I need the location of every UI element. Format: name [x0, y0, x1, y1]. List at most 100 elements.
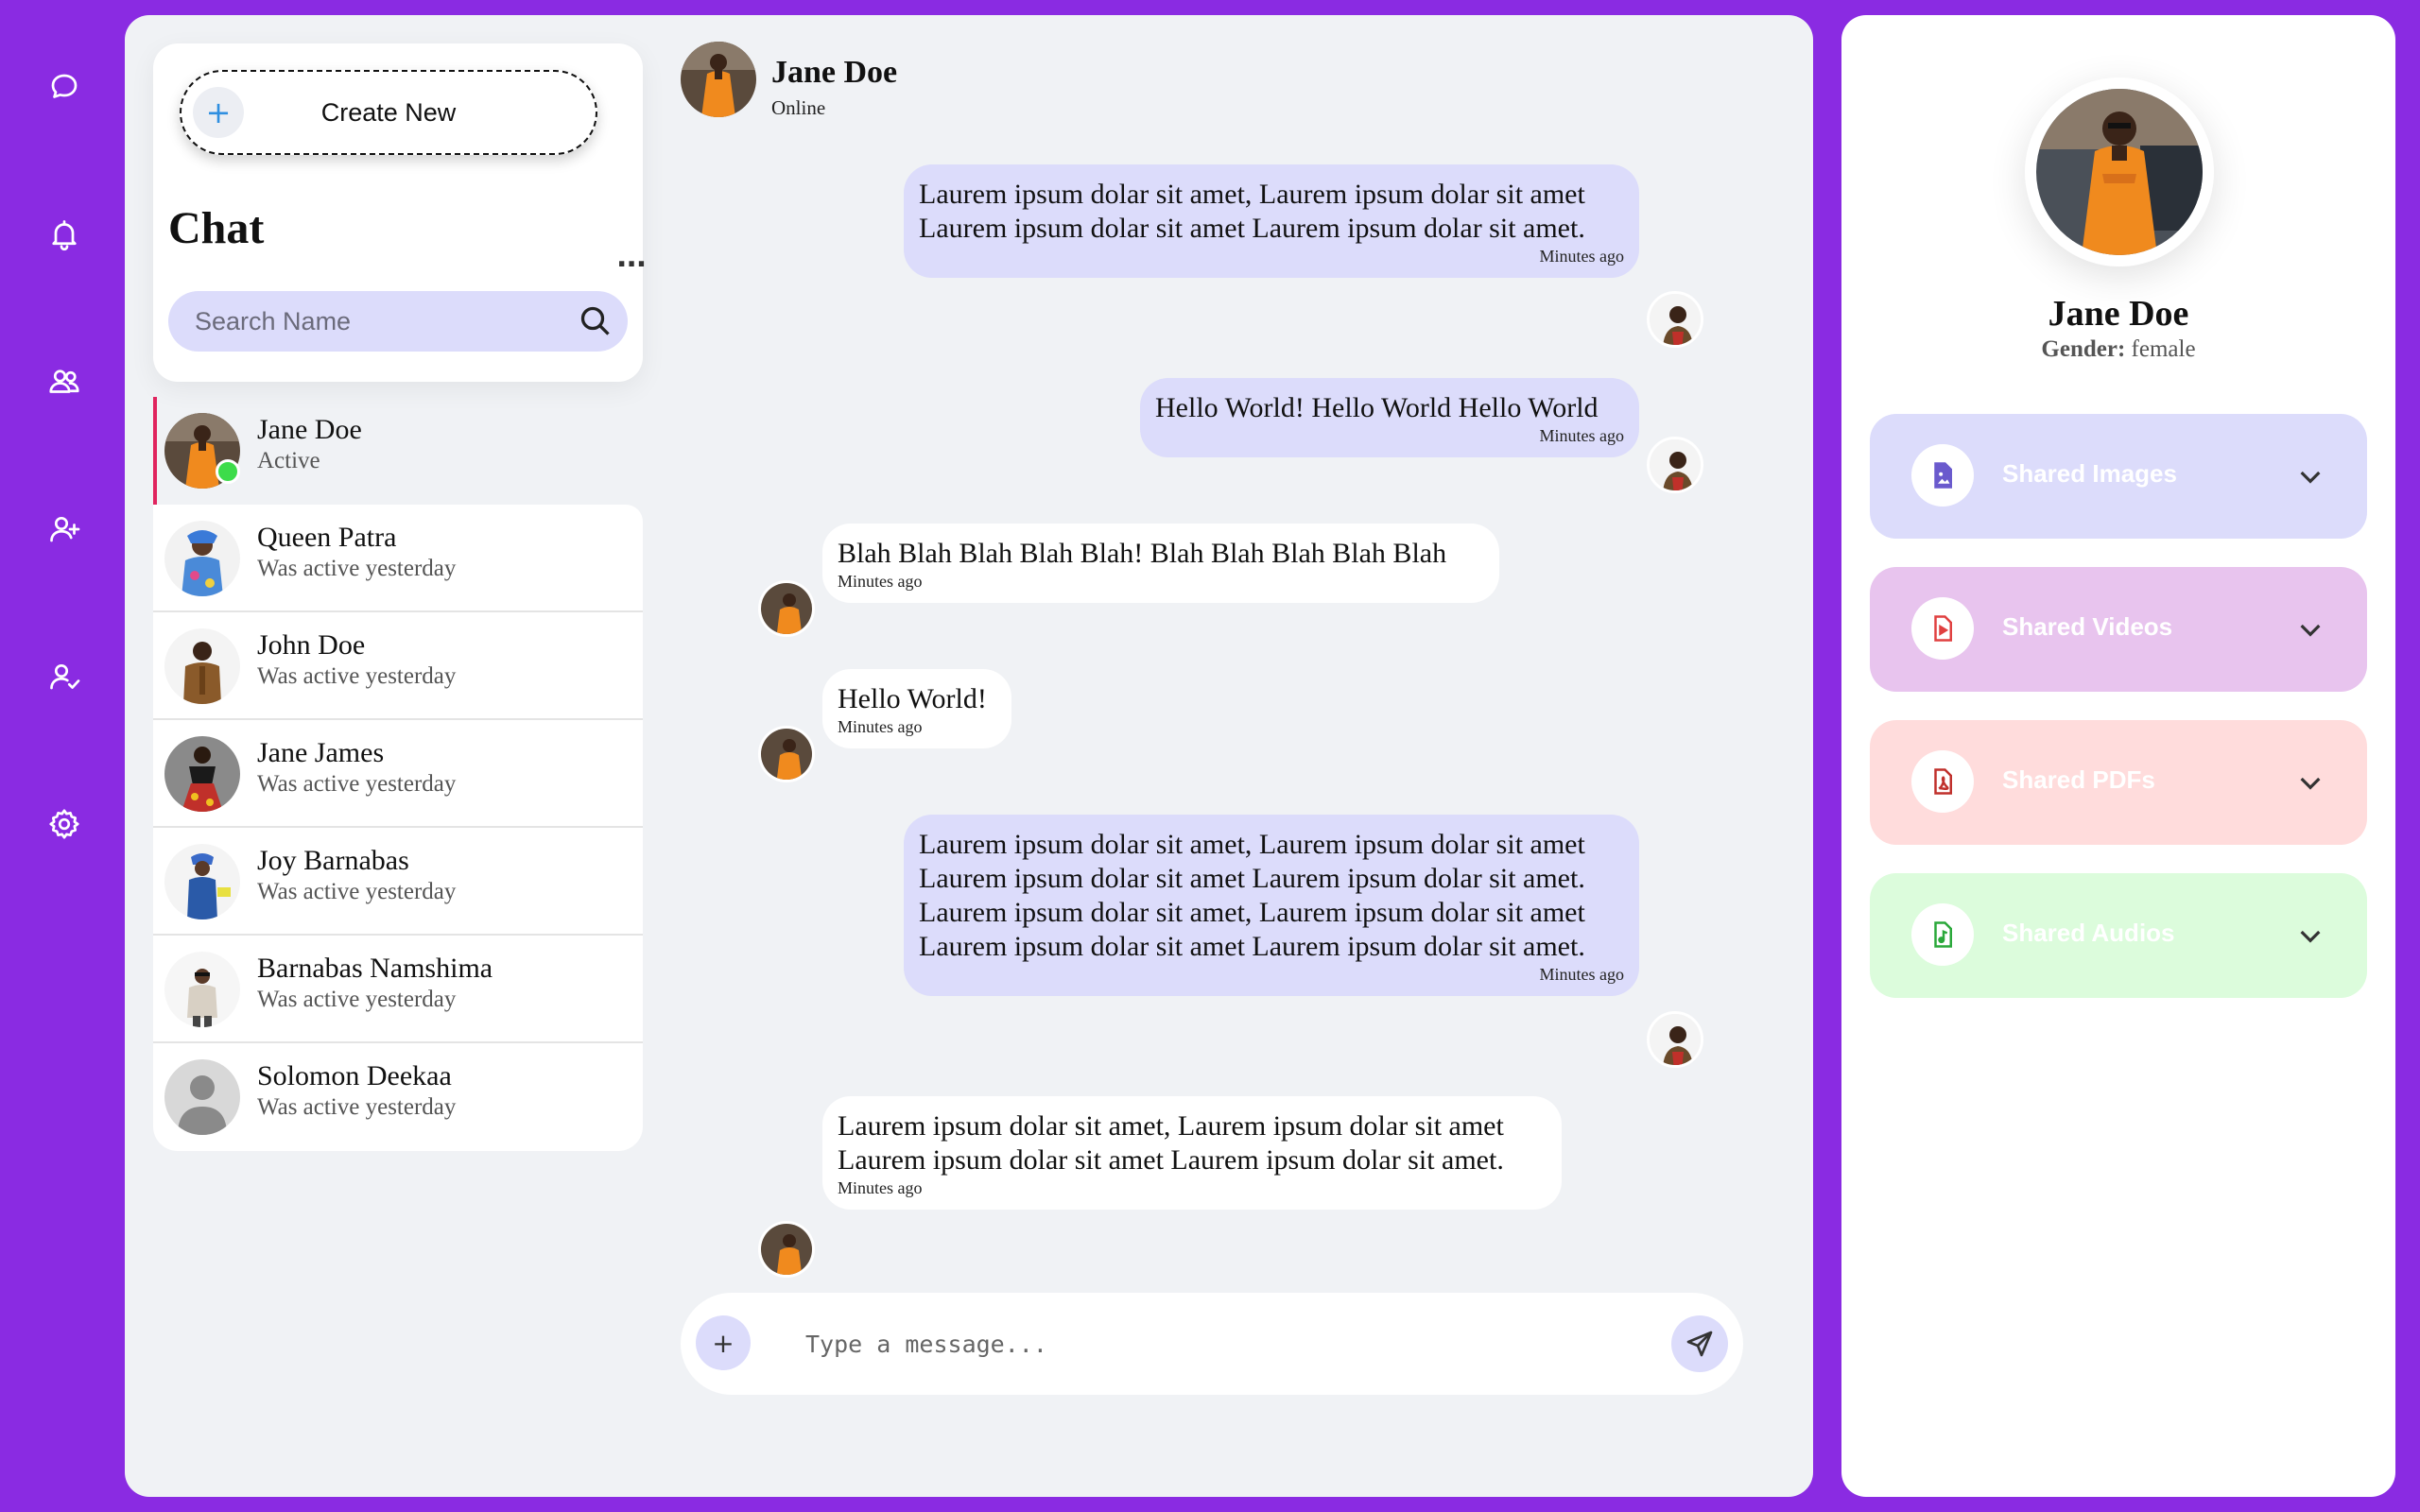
message-composer: + — [681, 1293, 1743, 1395]
shared-images-section[interactable]: Shared Images — [1870, 414, 2367, 539]
message-time: Minutes ago — [838, 1178, 923, 1197]
contact-status: Was active yesterday — [257, 771, 457, 797]
contact-status: Active — [257, 448, 320, 473]
contact-status: Was active yesterday — [257, 663, 457, 689]
message-text: Laurem ipsum dolar sit amet, Laurem ipsu… — [838, 1110, 1504, 1176]
avatar — [164, 521, 240, 596]
contact-status: Was active yesterday — [257, 1094, 457, 1120]
shared-audios-section[interactable]: Shared Audios — [1870, 873, 2367, 998]
contact-item[interactable]: Jane James Was active yesterday — [153, 720, 643, 828]
chat-list-header: + Create New Chat ... — [153, 43, 647, 382]
create-new-button[interactable]: + Create New — [180, 70, 597, 155]
avatar — [164, 844, 240, 919]
profile-gender: Gender: female — [1841, 336, 2395, 363]
shared-images-label: Shared Images — [2002, 459, 2177, 488]
pdf-file-icon — [1911, 750, 1974, 813]
avatar — [164, 736, 240, 812]
avatar — [1647, 437, 1703, 493]
message-text: Blah Blah Blah Blah Blah! Blah Blah Blah… — [838, 538, 1447, 569]
avatar — [1647, 1011, 1703, 1068]
chat-panel: + Create New Chat ... Jane Doe Active Qu… — [125, 15, 1813, 1497]
chat-bubble-icon[interactable] — [40, 62, 89, 112]
chevron-down-icon — [2295, 767, 2325, 798]
send-button[interactable] — [1671, 1315, 1728, 1372]
bell-icon[interactable] — [40, 210, 89, 259]
avatar — [758, 580, 815, 637]
message-time: Minutes ago — [838, 717, 923, 736]
contact-status: Was active yesterday — [257, 987, 457, 1012]
contact-status: Was active yesterday — [257, 879, 457, 904]
profile-panel: Jane Doe Gender: female Shared Images Sh… — [1841, 15, 2395, 1497]
contact-list: Queen Patra Was active yesterday John Do… — [153, 505, 643, 1151]
image-file-icon — [1911, 444, 1974, 507]
message-time: Minutes ago — [1539, 247, 1625, 266]
shared-pdfs-section[interactable]: Shared PDFs — [1870, 720, 2367, 845]
page-title: Chat — [168, 203, 265, 253]
message-bubble-received: Hello World! Minutes ago — [822, 669, 1011, 748]
contact-item[interactable]: Queen Patra Was active yesterday — [153, 505, 643, 612]
chevron-down-icon — [2295, 461, 2325, 491]
shared-videos-section[interactable]: Shared Videos — [1870, 567, 2367, 692]
message-time: Minutes ago — [1539, 426, 1625, 445]
nav-rail — [0, 0, 125, 1512]
contact-status: Was active yesterday — [257, 556, 457, 581]
chat-header: Jane Doe Online — [681, 42, 1248, 119]
avatar — [758, 1221, 815, 1278]
profile-avatar — [2025, 77, 2214, 266]
contact-item-active[interactable]: Jane Doe Active — [153, 397, 643, 505]
contact-name: Joy Barnabas — [257, 845, 409, 876]
chevron-down-icon — [2295, 920, 2325, 951]
user-check-icon[interactable] — [40, 652, 89, 701]
chat-contact-name: Jane Doe — [771, 55, 898, 90]
shared-videos-label: Shared Videos — [2002, 612, 2173, 641]
user-plus-icon[interactable] — [40, 505, 89, 554]
audio-file-icon — [1911, 903, 1974, 966]
search-icon[interactable] — [579, 304, 613, 338]
create-new-label: Create New — [320, 97, 457, 127]
contact-name: Barnabas Namshima — [257, 953, 493, 984]
contact-item[interactable]: Joy Barnabas Was active yesterday — [153, 828, 643, 936]
video-file-icon — [1911, 597, 1974, 660]
message-text: Laurem ipsum dolar sit amet, Laurem ipsu… — [919, 179, 1585, 244]
shared-audios-label: Shared Audios — [2002, 919, 2175, 947]
avatar — [1647, 291, 1703, 348]
avatar — [164, 1059, 240, 1135]
more-options-icon[interactable]: ... — [616, 244, 647, 272]
contact-name: Solomon Deekaa — [257, 1060, 452, 1091]
message-bubble-sent: Laurem ipsum dolar sit amet, Laurem ipsu… — [904, 815, 1639, 996]
send-icon — [1686, 1331, 1713, 1357]
gear-icon[interactable] — [40, 799, 89, 849]
message-bubble-received: Laurem ipsum dolar sit amet, Laurem ipsu… — [822, 1096, 1562, 1210]
online-indicator — [216, 459, 240, 484]
contact-item[interactable]: Barnabas Namshima Was active yesterday — [153, 936, 643, 1043]
search-bar — [168, 291, 628, 352]
contact-name: John Doe — [257, 629, 366, 661]
avatar[interactable] — [681, 42, 756, 117]
message-bubble-sent: Laurem ipsum dolar sit amet, Laurem ipsu… — [904, 164, 1639, 278]
contact-item[interactable]: John Doe Was active yesterday — [153, 612, 643, 720]
contact-name: Jane James — [257, 737, 385, 768]
message-time: Minutes ago — [838, 572, 923, 591]
users-icon[interactable] — [40, 357, 89, 406]
contact-name: Queen Patra — [257, 522, 397, 553]
chat-contact-status: Online — [771, 96, 826, 119]
search-input[interactable] — [195, 291, 554, 352]
message-text: Laurem ipsum dolar sit amet, Laurem ipsu… — [919, 829, 1585, 962]
contact-item[interactable]: Solomon Deekaa Was active yesterday — [153, 1043, 643, 1151]
gender-label: Gender: — [2041, 336, 2126, 362]
attach-button[interactable]: + — [696, 1315, 751, 1370]
avatar — [758, 726, 815, 782]
message-bubble-sent: Hello World! Hello World Hello World Min… — [1140, 378, 1639, 457]
profile-name: Jane Doe — [2048, 294, 2189, 334]
chevron-down-icon — [2295, 614, 2325, 644]
message-input[interactable] — [805, 1315, 1618, 1372]
avatar — [164, 628, 240, 704]
message-text: Hello World! Hello World Hello World — [1155, 392, 1599, 423]
shared-pdfs-label: Shared PDFs — [2002, 765, 2155, 794]
avatar — [164, 952, 240, 1027]
contact-name: Jane Doe — [257, 414, 362, 445]
message-time: Minutes ago — [1539, 965, 1625, 984]
gender-value: female — [2131, 336, 2196, 362]
message-bubble-received: Blah Blah Blah Blah Blah! Blah Blah Blah… — [822, 524, 1499, 603]
message-text: Hello World! — [838, 683, 987, 714]
